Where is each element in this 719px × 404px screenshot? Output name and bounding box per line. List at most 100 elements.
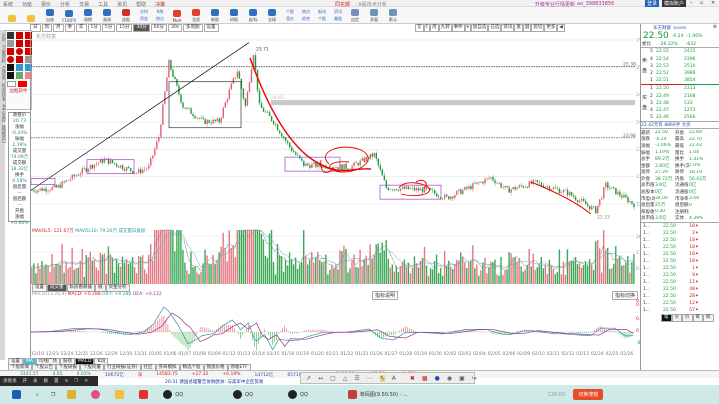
- order-level[interactable]: 4 22.54 2396: [650, 56, 719, 63]
- login-button[interactable]: 登录: [645, 0, 660, 7]
- period-4[interactable]: 年: [76, 24, 87, 32]
- delete-icon[interactable]: ✖: [410, 375, 415, 382]
- gear-icon[interactable]: ⚙: [713, 25, 717, 30]
- kline-chart[interactable]: 25.9025.3724.8324.2923.7523.2222.6824.65…: [30, 32, 651, 360]
- tick-tab[interactable]: 统: [703, 313, 714, 322]
- hline-tool-icon[interactable]: ↔: [318, 375, 323, 382]
- toolbar-link[interactable]: 板块: [315, 8, 329, 15]
- draw-tool-icon[interactable]: [16, 40, 23, 47]
- draw-tool-icon[interactable]: [7, 32, 14, 39]
- fib-tool-icon[interactable]: ☰: [354, 375, 359, 382]
- float-button[interactable]: ❐: [74, 379, 78, 384]
- chart-tab[interactable]: 更多: [544, 24, 558, 32]
- toolbar-button[interactable]: 自选: [42, 8, 58, 23]
- order-level[interactable]: 1 22.50 2313: [650, 85, 719, 92]
- order-level[interactable]: 2 22.49 2168: [650, 93, 719, 100]
- toolbar-button[interactable]: 研报: [226, 8, 242, 23]
- volume-tab[interactable]: 融: [95, 284, 106, 292]
- period-1[interactable]: 周: [41, 24, 52, 32]
- period-7[interactable]: 15分: [116, 24, 133, 32]
- toolbar-link[interactable]: K线: [153, 8, 167, 15]
- taskbar-qq[interactable]: QQ: [163, 390, 183, 399]
- period-3[interactable]: 季: [64, 24, 75, 32]
- taskbar-qq[interactable]: QQ: [288, 390, 308, 399]
- share-icon[interactable]: ↪: [472, 375, 477, 382]
- draw-tool-icon[interactable]: [7, 64, 14, 71]
- clear-icon[interactable]: ▦: [422, 375, 428, 382]
- draw-tool-icon[interactable]: [7, 72, 14, 79]
- tick-tab[interactable]: 笔: [661, 313, 672, 322]
- float-button[interactable]: ⊙: [65, 379, 69, 384]
- float-button[interactable]: 删: [44, 378, 49, 384]
- triangle-tool-icon[interactable]: △: [343, 375, 348, 382]
- chart-area[interactable]: 25.9025.3724.8324.2923.7523.2222.6824.65…: [30, 32, 651, 360]
- order-level[interactable]: 2 22.52 3986: [650, 70, 719, 77]
- period-2[interactable]: 月: [53, 24, 64, 32]
- period-5[interactable]: 1分: [87, 24, 101, 32]
- order-level[interactable]: 5 22.55 2415: [650, 48, 719, 55]
- toolbar-link[interactable]: 美股: [331, 15, 345, 22]
- task-view-icon[interactable]: ❐: [51, 392, 55, 398]
- toolbar-button[interactable]: 自定: [347, 8, 363, 23]
- chart-tab[interactable]: 剪切: [531, 24, 545, 32]
- toolbar-link[interactable]: 分时: [137, 8, 151, 15]
- toolbar-link[interactable]: 个股: [315, 15, 329, 22]
- order-level[interactable]: 3 22.53 2510: [650, 63, 719, 70]
- text-tool-icon[interactable]: A: [392, 375, 396, 382]
- chart-tab[interactable]: 九转: [438, 24, 452, 32]
- period-12[interactable]: 设置: [203, 24, 219, 32]
- toolbar-link[interactable]: 资金: [137, 15, 151, 22]
- chart-tab[interactable]: ◀: [557, 24, 565, 32]
- minimize-button[interactable]: –: [690, 0, 693, 6]
- float-button[interactable]: 置: [54, 378, 59, 384]
- draw-tool-icon[interactable]: [16, 32, 23, 39]
- switch-pet-button[interactable]: 切换宠物: [573, 389, 604, 400]
- toolbar-link[interactable]: 竞价: [283, 15, 297, 22]
- chart-tab[interactable]: F: [423, 24, 431, 32]
- browser-icon[interactable]: [91, 390, 103, 399]
- tick-tab[interactable]: 价: [682, 313, 693, 322]
- toolbar-button[interactable]: 全球: [264, 8, 280, 23]
- order-level[interactable]: 3 22.48 533: [650, 100, 719, 107]
- search-icon[interactable]: ⌕: [36, 392, 39, 398]
- order-level[interactable]: 4 22.47 1273: [650, 107, 719, 114]
- draw-tool-icon[interactable]: [16, 48, 23, 55]
- period-9[interactable]: 60分: [150, 24, 167, 32]
- eye-icon[interactable]: ◉: [447, 375, 452, 382]
- maximize-button[interactable]: ▫: [700, 0, 703, 6]
- taskbar-qq[interactable]: QQ: [233, 390, 253, 399]
- rect-tool-icon[interactable]: ▢: [330, 375, 336, 382]
- period-6[interactable]: 5分: [101, 24, 116, 32]
- sidebar-tab[interactable]: 超级盘口: [0, 125, 6, 143]
- toolbar-button[interactable]: [23, 8, 39, 23]
- toolbar-button[interactable]: 选股: [118, 8, 134, 23]
- wps-icon[interactable]: [139, 390, 151, 399]
- chart-tab[interactable]: 副: [522, 24, 532, 32]
- float-button[interactable]: 承接承: [3, 378, 17, 384]
- close-button[interactable]: ✕: [711, 0, 715, 6]
- period-10[interactable]: 30s: [167, 24, 183, 32]
- float-button[interactable]: 开: [23, 378, 28, 384]
- order-level[interactable]: 1 22.51 3854: [650, 77, 719, 84]
- volume-tab[interactable]: 设置: [32, 284, 47, 292]
- toolbar-link[interactable]: 热点: [299, 8, 313, 15]
- settings-icon[interactable]: ●: [435, 375, 440, 382]
- volume-tab[interactable]: 私房看跌器: [66, 284, 95, 292]
- toolbar-button[interactable]: 新股: [207, 8, 223, 23]
- toolbar-link[interactable]: 个股: [283, 8, 297, 15]
- volume-tab[interactable]: 资金分析: [105, 284, 130, 292]
- volume-tab[interactable]: 成交量: [47, 284, 67, 292]
- line-width-select[interactable]: [7, 81, 16, 87]
- draw-tool-icon[interactable]: [16, 72, 23, 79]
- indicator-info-button[interactable]: 指标说明: [372, 291, 399, 300]
- toolbar-button[interactable]: 周期: [80, 8, 96, 23]
- draw-tool-icon[interactable]: [16, 56, 23, 63]
- order-level[interactable]: 5 22.46 2566: [650, 114, 719, 121]
- toolbar-link[interactable]: 资讯: [331, 8, 345, 15]
- toolbar-button[interactable]: F10/F9: [61, 8, 77, 23]
- sim-account-button[interactable]: 模拟账户: [662, 0, 687, 7]
- chart-tab[interactable]: 已选: [488, 24, 502, 32]
- news-item[interactable]: 20:31 德国总理警告协防欧洲: 与美军中企区贸易: [165, 379, 263, 385]
- chart-tab[interactable]: 盘: [514, 24, 523, 32]
- period-8[interactable]: 30分: [133, 24, 150, 32]
